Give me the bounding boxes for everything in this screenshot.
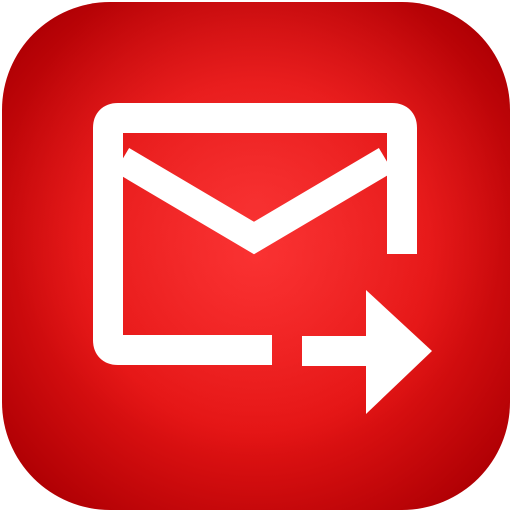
icon-canvas xyxy=(0,0,512,512)
arrow-shaft xyxy=(302,336,374,366)
app-icon[interactable] xyxy=(0,0,512,512)
icon-glow xyxy=(2,2,510,510)
mail-forward-icon xyxy=(2,2,510,510)
